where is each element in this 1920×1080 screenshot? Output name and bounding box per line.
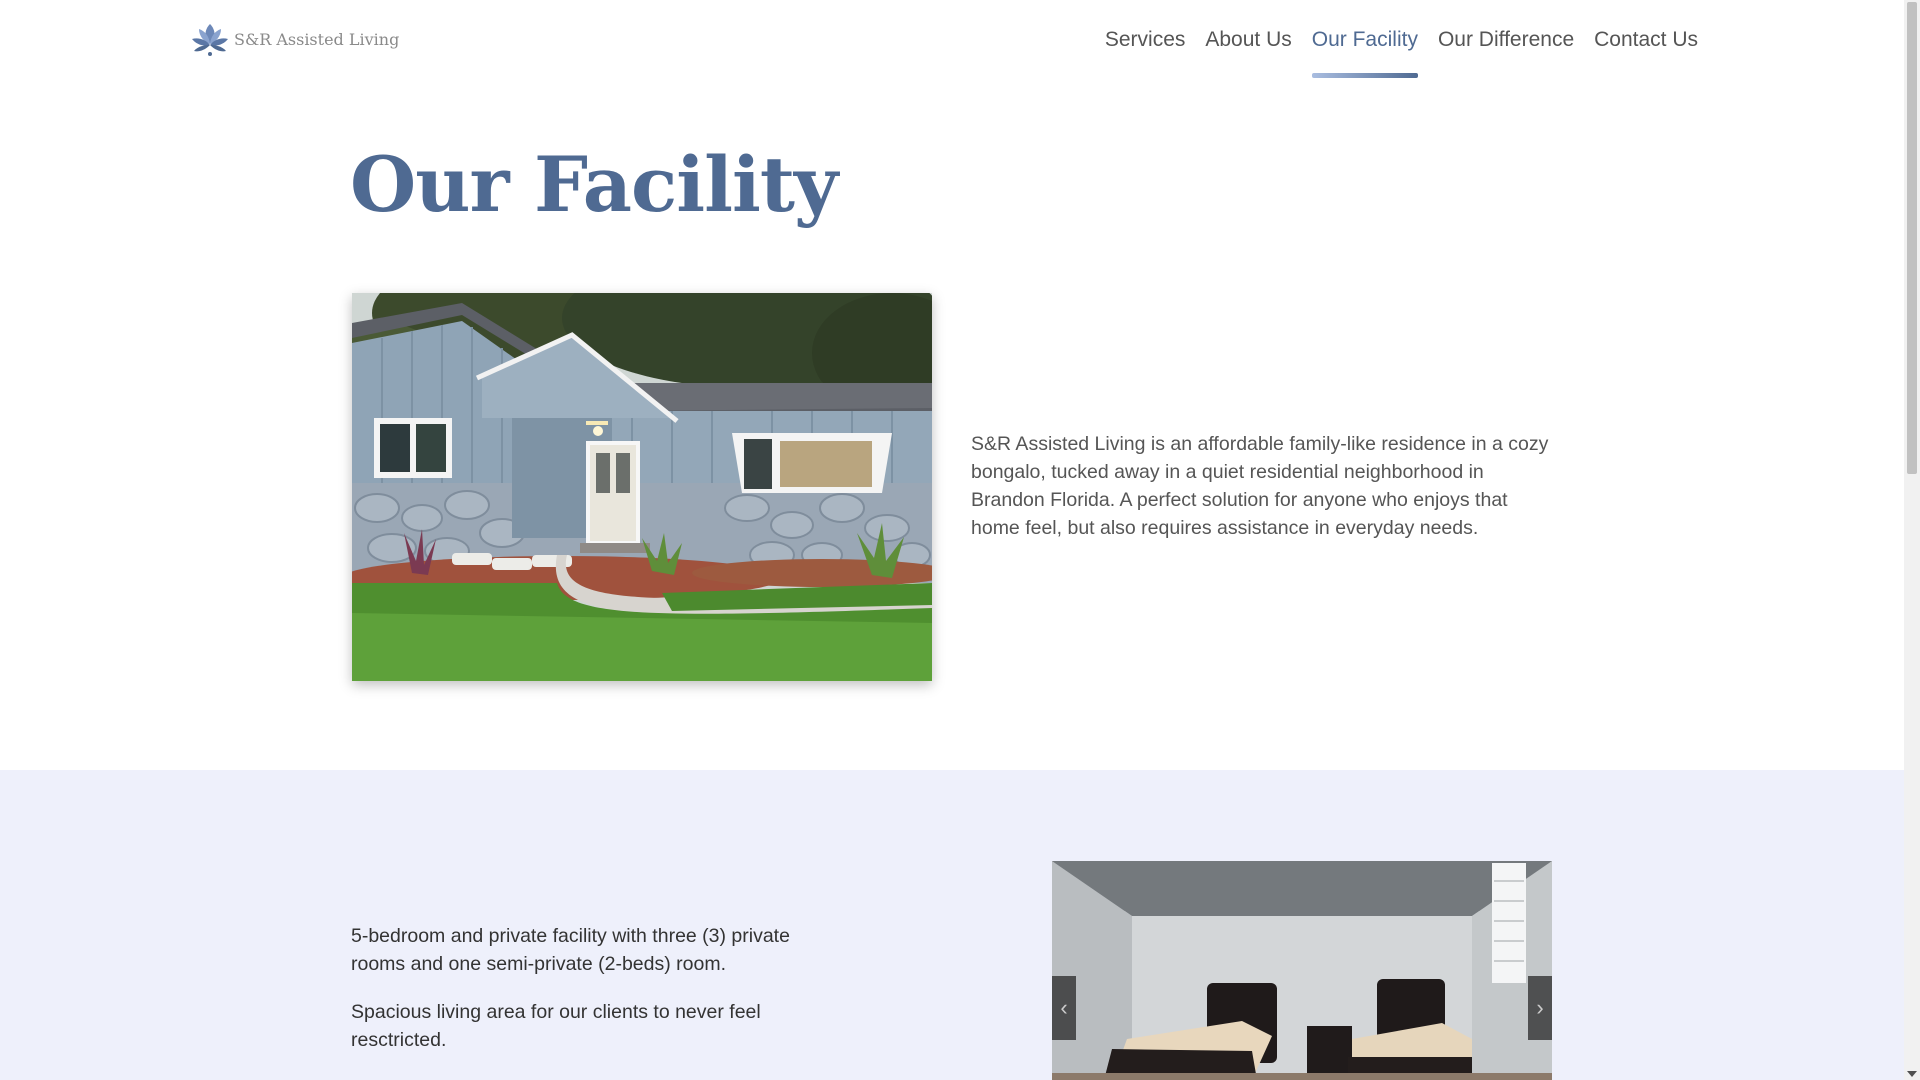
nav-services[interactable]: Services — [1105, 28, 1186, 78]
nav-our-difference[interactable]: Our Difference — [1438, 28, 1574, 78]
nav-our-facility[interactable]: Our Facility — [1311, 28, 1419, 78]
page: S&R Assisted Living Services About Us Ou… — [0, 0, 1920, 1080]
scrollbar-thumb[interactable] — [1907, 2, 1917, 474]
features-section — [0, 770, 1904, 1080]
carousel-next-button[interactable]: › — [1528, 976, 1552, 1040]
feature-living-area-text: Spacious living area for our clients to … — [351, 1001, 761, 1051]
feature-bedrooms-text: 5-bedroom and private facility with thre… — [351, 925, 790, 975]
chevron-right-icon: › — [1536, 995, 1544, 1020]
logo-text: S&R Assisted Living — [234, 29, 400, 49]
page-scrollbar[interactable] — [1904, 0, 1920, 1080]
nav-about-us[interactable]: About Us — [1205, 28, 1291, 78]
site-header: S&R Assisted Living Services About Us Ou… — [0, 0, 1904, 84]
intro-paragraph: S&R Assisted Living is an affordable fam… — [971, 433, 1549, 539]
room-photo-carousel[interactable]: ‹ › — [1052, 861, 1552, 1080]
logo[interactable]: S&R Assisted Living — [190, 20, 399, 58]
house-exterior-photo — [352, 293, 932, 681]
nav-contact-us[interactable]: Contact Us — [1594, 28, 1698, 78]
page-title: Our Facility — [350, 140, 838, 229]
bedroom-photo — [1052, 861, 1552, 1080]
scroll-down-arrow-icon[interactable] — [1907, 1071, 1917, 1077]
lotus-logo-icon — [192, 24, 228, 56]
main-nav: Services About Us Our Facility Our Diffe… — [1105, 28, 1698, 78]
chevron-left-icon: ‹ — [1060, 995, 1068, 1020]
carousel-prev-button[interactable]: ‹ — [1052, 976, 1076, 1040]
